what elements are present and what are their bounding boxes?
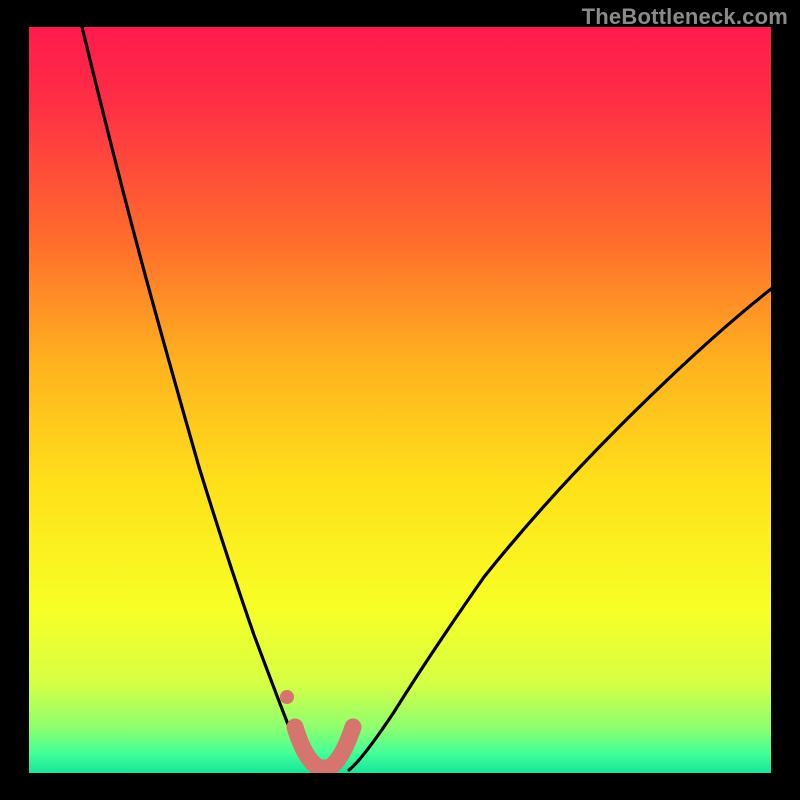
pink-dot: [280, 690, 294, 704]
chart-frame: [29, 27, 771, 773]
watermark-text: TheBottleneck.com: [582, 4, 788, 30]
pink-valley-segment: [295, 727, 353, 768]
chart-curves: [29, 27, 771, 773]
left-curve: [82, 27, 312, 770]
right-curve: [349, 289, 771, 770]
